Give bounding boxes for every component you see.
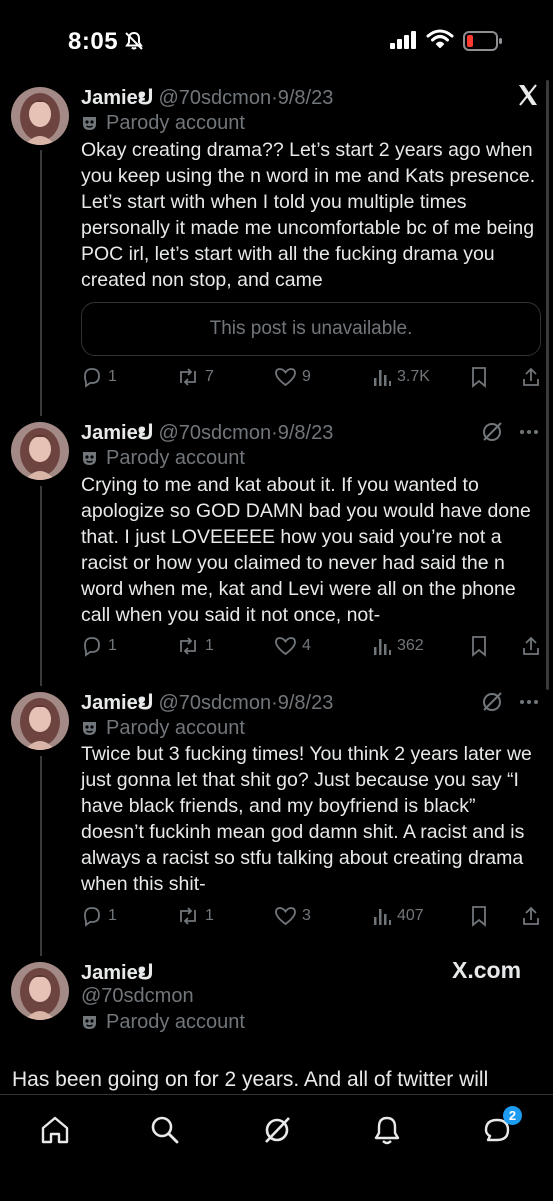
share-icon: [523, 636, 539, 655]
brand-watermark: X.com: [452, 957, 522, 983]
like-icon: [275, 368, 296, 387]
more-icon[interactable]: [519, 429, 539, 435]
share-button[interactable]: [521, 905, 541, 927]
handle[interactable]: @70sdcmon: [159, 87, 272, 109]
grok-icon[interactable]: [260, 1113, 294, 1147]
like-count: 4: [302, 637, 311, 654]
repost-count: 1: [205, 637, 214, 654]
reply-icon: [84, 907, 100, 927]
post-actions: 1 1 3 407: [81, 905, 541, 933]
grok-icon[interactable]: [481, 691, 503, 713]
post-text: Crying to me and kat about it. If you wa…: [81, 474, 531, 626]
bookmark-button[interactable]: [469, 366, 489, 388]
tweet[interactable]: Jamieຢ @70sdcmon·9/8/23 Parody account O…: [0, 0, 553, 405]
share-icon: [523, 367, 539, 386]
bottom-nav: [0, 1094, 553, 1201]
tweet[interactable]: Jamieຢ @70sdcmon·9/8/23 Parody account T…: [0, 675, 553, 945]
share-button[interactable]: [521, 366, 541, 388]
mask-icon: [83, 117, 96, 130]
views-count: 362: [397, 637, 424, 654]
avatar[interactable]: [11, 962, 69, 1020]
like-count: 9: [302, 368, 311, 385]
avatar[interactable]: [11, 87, 69, 145]
post-text: Twice but 3 fucking times! You think 2 y…: [81, 743, 532, 895]
bookmark-button[interactable]: [469, 635, 489, 657]
display-name[interactable]: Jamieຢ: [81, 422, 153, 444]
reply-icon: [84, 368, 100, 388]
parody-label: Parody account: [106, 447, 245, 469]
views-icon: [374, 639, 391, 655]
like-icon: [275, 907, 296, 926]
views-button[interactable]: 407: [372, 905, 424, 927]
share-icon: [523, 906, 539, 925]
tweet[interactable]: Jamieຢ @70sdcmon·9/8/23 Parody account C…: [0, 405, 553, 675]
share-button[interactable]: [521, 635, 541, 657]
reply-count: 1: [108, 907, 117, 924]
reply-count: 1: [108, 637, 117, 654]
reply-count: 1: [108, 368, 117, 385]
reply-button[interactable]: 1: [81, 905, 117, 927]
post-actions: 1 7 9 3.7K: [81, 366, 541, 394]
repost-icon: [180, 637, 196, 655]
notifications-icon[interactable]: [370, 1113, 404, 1147]
post-text: Okay creating drama?? Let’s start 2 year…: [81, 139, 536, 291]
bookmark-icon: [472, 636, 486, 657]
close-icon[interactable]: [517, 84, 539, 106]
like-button[interactable]: 3: [274, 905, 311, 927]
views-icon: [374, 909, 391, 925]
reply-button[interactable]: 1: [81, 635, 117, 657]
separator-dot: ·: [271, 87, 278, 109]
mask-icon: [83, 1016, 96, 1029]
repost-button[interactable]: 1: [176, 635, 214, 657]
avatar[interactable]: [11, 692, 69, 750]
bookmark-icon: [472, 906, 486, 927]
views-icon: [374, 370, 391, 386]
avatar[interactable]: [11, 422, 69, 480]
reply-icon: [84, 637, 100, 657]
display-name[interactable]: Jamieຢ: [81, 87, 153, 109]
more-icon[interactable]: [519, 699, 539, 705]
views-button[interactable]: 362: [372, 635, 424, 657]
views-count: 3.7K: [397, 368, 430, 385]
messages-badge: 2: [503, 1106, 522, 1125]
repost-button[interactable]: 7: [176, 366, 214, 388]
parody-label: Parody account: [106, 717, 245, 739]
repost-button[interactable]: 1: [176, 905, 214, 927]
post-actions: 1 1 4 362: [81, 635, 541, 663]
grok-icon[interactable]: [481, 421, 503, 443]
handle[interactable]: @70sdcmon: [159, 692, 272, 714]
display-name[interactable]: Jamieຢ: [81, 692, 153, 714]
repost-count: 1: [205, 907, 214, 924]
repost-count: 7: [205, 368, 214, 385]
like-button[interactable]: 9: [274, 366, 311, 388]
like-count: 3: [302, 907, 311, 924]
like-button[interactable]: 4: [274, 635, 311, 657]
views-count: 407: [397, 907, 424, 924]
bookmark-button[interactable]: [469, 905, 489, 927]
separator-dot: ·: [271, 692, 278, 714]
parody-label: Parody account: [106, 112, 245, 134]
repost-icon: [180, 368, 196, 386]
separator-dot: ·: [271, 422, 278, 444]
post-date[interactable]: 9/8/23: [278, 422, 334, 444]
repost-icon: [180, 907, 196, 925]
display-name[interactable]: Jamieຢ: [81, 962, 153, 984]
home-icon[interactable]: [38, 1113, 72, 1147]
views-button[interactable]: 3.7K: [372, 366, 430, 388]
handle[interactable]: @70sdcmon: [159, 422, 272, 444]
post-date[interactable]: 9/8/23: [278, 87, 334, 109]
parody-label: Parody account: [106, 1011, 245, 1033]
post-date[interactable]: 9/8/23: [278, 692, 334, 714]
mask-icon: [83, 452, 96, 465]
post-text: Has been going on for 2 years. And all o…: [12, 1068, 489, 1091]
search-icon[interactable]: [148, 1113, 182, 1147]
mask-icon: [83, 722, 96, 735]
handle[interactable]: @70sdcmon: [81, 985, 194, 1007]
like-icon: [275, 637, 296, 656]
quoted-post-unavailable[interactable]: This post is unavailable.: [81, 302, 541, 356]
reply-button[interactable]: 1: [81, 366, 117, 388]
bookmark-icon: [472, 367, 486, 388]
